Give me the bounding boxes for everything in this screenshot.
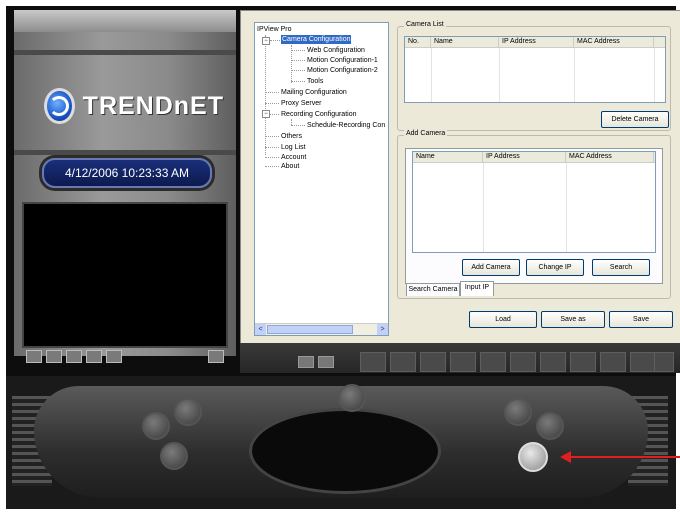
snapshot-icon[interactable] <box>86 350 102 363</box>
scroll-thumb[interactable] <box>267 325 353 334</box>
collapse-icon[interactable]: − <box>262 110 270 118</box>
trendnet-logo: TRENDnET <box>44 84 224 128</box>
annotation-arrow <box>566 456 680 458</box>
tree-item-recording-configuration[interactable]: Recording Configuration <box>281 110 357 119</box>
column-header[interactable]: IP Address <box>499 37 574 47</box>
column-header[interactable]: MAC Address <box>574 37 654 47</box>
search-button[interactable]: Search <box>592 259 650 276</box>
config-tree: IPView Pro − Camera Configuration Web Co… <box>254 22 389 336</box>
layout-sequence-icon[interactable] <box>600 352 626 372</box>
collapse-icon[interactable]: − <box>262 37 270 45</box>
config-dialog: IPView Pro − Camera Configuration Web Co… <box>240 10 680 345</box>
tree-item-proxy-server[interactable]: Proxy Server <box>281 99 321 108</box>
tree-horizontal-scrollbar[interactable]: < > <box>255 323 388 335</box>
tree-item-motion-configuration-1[interactable]: Motion Configuration-1 <box>307 56 378 65</box>
next-icon[interactable] <box>318 356 334 368</box>
column-header[interactable]: IP Address <box>483 152 566 162</box>
save-as-button[interactable]: Save as <box>541 311 605 328</box>
left-toolbar <box>26 350 224 364</box>
divider <box>14 150 236 155</box>
layout-1-icon[interactable] <box>360 352 386 372</box>
layout-4-icon[interactable] <box>390 352 416 372</box>
search-result-header: Name IP Address MAC Address <box>413 152 655 163</box>
column-header[interactable]: Name <box>431 37 499 47</box>
load-button[interactable]: Load <box>469 311 537 328</box>
layout-8-icon[interactable] <box>450 352 476 372</box>
add-camera-button[interactable]: Add Camera <box>462 259 520 276</box>
console-display <box>249 408 441 494</box>
search-result-table[interactable]: Name IP Address MAC Address <box>412 151 656 253</box>
tab-search-camera[interactable]: Search Camera <box>406 283 460 296</box>
zoom-out-icon[interactable] <box>142 412 170 440</box>
focus-icon[interactable] <box>160 442 188 470</box>
scroll-left-arrow-icon[interactable]: < <box>255 324 266 335</box>
save-button[interactable]: Save <box>609 311 673 328</box>
network-icon[interactable] <box>106 350 122 363</box>
configuration-icon[interactable] <box>518 442 548 472</box>
camera-icon[interactable] <box>46 350 62 363</box>
add-camera-group: Add Camera Name IP Address MAC Address A… <box>397 130 671 299</box>
annotation-arrowhead <box>560 451 571 463</box>
fullscreen-icon[interactable] <box>208 350 224 363</box>
left-topbar <box>14 10 236 32</box>
column-header[interactable]: Name <box>413 152 483 162</box>
tree-item-others[interactable]: Others <box>281 132 302 141</box>
stop-icon[interactable] <box>504 398 532 426</box>
tree-item-account[interactable]: Account <box>281 153 306 162</box>
column-header[interactable]: No. <box>405 37 431 47</box>
camera-list-header: No. Name IP Address MAC Address <box>405 37 665 48</box>
layout-6-icon[interactable] <box>420 352 446 372</box>
datetime-display: 4/12/2006 10:23:33 AM <box>42 158 212 188</box>
layout-custom-icon[interactable] <box>630 352 656 372</box>
tree-item-motion-configuration-2[interactable]: Motion Configuration-2 <box>307 66 378 75</box>
power-icon[interactable] <box>338 384 366 412</box>
zoom-in-icon[interactable] <box>174 398 202 426</box>
settings-icon[interactable] <box>654 352 674 372</box>
prev-icon[interactable] <box>298 356 314 368</box>
add-camera-tab-panel: Name IP Address MAC Address Add Camera C… <box>405 148 663 284</box>
tree-item-schedule-recording[interactable]: Schedule-Recording Con <box>307 121 385 130</box>
add-camera-title: Add Camera <box>404 130 448 137</box>
camera-list-table[interactable]: No. Name IP Address MAC Address <box>404 36 666 103</box>
layout-toolbar <box>240 343 680 373</box>
play-icon[interactable] <box>536 412 564 440</box>
video-preview <box>22 202 228 348</box>
layout-10-icon[interactable] <box>510 352 536 372</box>
scroll-right-arrow-icon[interactable]: > <box>377 324 388 335</box>
control-console <box>6 376 676 509</box>
tree-item-camera-configuration[interactable]: Camera Configuration <box>281 35 352 44</box>
tab-input-ip[interactable]: Input IP <box>460 281 494 296</box>
layout-9-icon[interactable] <box>480 352 506 372</box>
camera-list-group: Camera List No. Name IP Address MAC Addr… <box>397 21 671 131</box>
record-icon[interactable] <box>66 350 82 363</box>
change-ip-button[interactable]: Change IP <box>526 259 584 276</box>
monitor-icon[interactable] <box>26 350 42 363</box>
layout-16-icon[interactable] <box>570 352 596 372</box>
tree-item-about[interactable]: About <box>281 162 299 171</box>
logo-text: TRENDnET <box>82 91 224 120</box>
tree-root[interactable]: IPView Pro <box>257 25 292 34</box>
camera-list-title: Camera List <box>404 21 446 28</box>
tree-item-tools[interactable]: Tools <box>307 77 323 86</box>
delete-camera-button[interactable]: Delete Camera <box>601 111 669 128</box>
tree-item-web-configuration[interactable]: Web Configuration <box>307 46 365 55</box>
layout-13-icon[interactable] <box>540 352 566 372</box>
tree-item-log-list[interactable]: Log List <box>281 143 306 152</box>
tree-item-mailing-configuration[interactable]: Mailing Configuration <box>281 88 347 97</box>
column-header[interactable]: MAC Address <box>566 152 654 162</box>
divider <box>14 50 236 55</box>
trendnet-logo-icon <box>44 88 75 124</box>
